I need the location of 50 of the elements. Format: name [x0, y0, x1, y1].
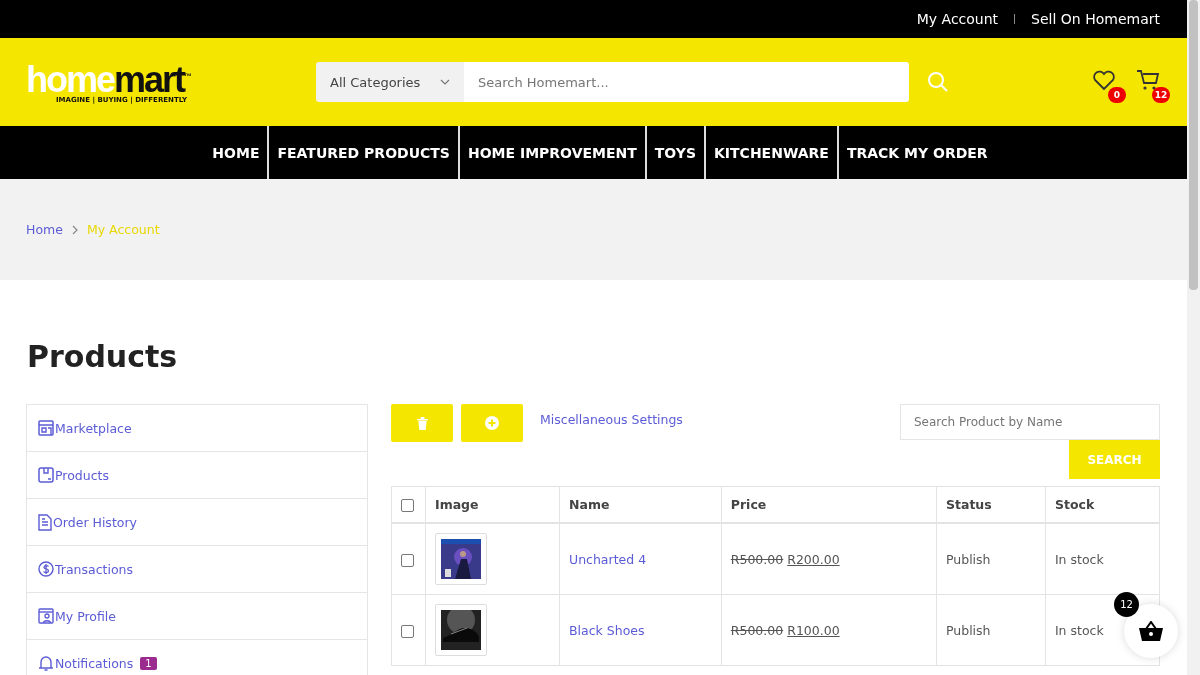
count-badge: 1 [140, 656, 157, 670]
sidebar-item[interactable]: Transactions [27, 546, 367, 593]
column-header: Price [721, 486, 937, 523]
scrollbar-thumb[interactable] [1189, 0, 1198, 290]
document-icon [38, 513, 52, 531]
column-header: Stock [1045, 486, 1160, 523]
table-cell: Publish [936, 523, 1046, 595]
nav-link[interactable]: HOME [204, 126, 268, 179]
checkbox[interactable] [401, 553, 414, 567]
price: R100.00 [787, 622, 840, 638]
sidebar-item[interactable]: Marketplace [27, 405, 367, 452]
sidebar-item[interactable]: My Profile [27, 593, 367, 640]
search-field[interactable]: Search Homemart... [464, 62, 909, 102]
product-search-field[interactable]: Search Product by Name [900, 404, 1160, 440]
scrollbar[interactable] [1187, 0, 1200, 675]
checkbox[interactable] [401, 624, 414, 638]
cart-icon[interactable] [1136, 69, 1160, 91]
old-price: R500.00 [730, 622, 784, 638]
table-cell: Publish [936, 594, 1046, 666]
page-title: Products [26, 338, 179, 376]
count-badge: 0 [1108, 87, 1126, 103]
product-name-link[interactable]: Black Shoes [569, 622, 645, 638]
breadcrumb-link[interactable]: Home [26, 222, 63, 237]
box-icon [38, 467, 54, 483]
heart-icon[interactable] [1092, 69, 1116, 91]
price: R200.00 [787, 551, 840, 567]
chevron-icon [440, 79, 450, 85]
sidebar-item[interactable]: Products [27, 452, 367, 499]
category-dropdown[interactable]: All Categories [316, 62, 464, 102]
checkbox[interactable] [401, 499, 414, 512]
column-header: Name [559, 486, 722, 523]
top-link[interactable]: My Account [916, 11, 999, 27]
chevron-icon [71, 224, 78, 235]
count-badge: 12 [1114, 592, 1139, 617]
storefront-icon [38, 420, 54, 436]
settings-link[interactable]: Miscellaneous Settings [540, 412, 683, 427]
product-name-link[interactable]: Uncharted 4 [569, 551, 647, 567]
basket-icon [1139, 621, 1163, 641]
count-badge: 12 [1152, 87, 1170, 103]
trash-icon [416, 416, 428, 430]
dollar-icon [38, 561, 54, 577]
column-header: Status [936, 486, 1046, 523]
old-price: R500.00 [730, 551, 784, 567]
sidebar-item[interactable]: Notifications 1 [27, 640, 367, 675]
profile-icon [38, 608, 54, 624]
sidebar-item[interactable]: Order History [27, 499, 367, 546]
plus-circle-icon [485, 416, 499, 430]
top-link[interactable]: Sell On Homemart [1031, 11, 1160, 27]
column-header: Image [425, 486, 560, 523]
bell-icon [38, 654, 54, 672]
